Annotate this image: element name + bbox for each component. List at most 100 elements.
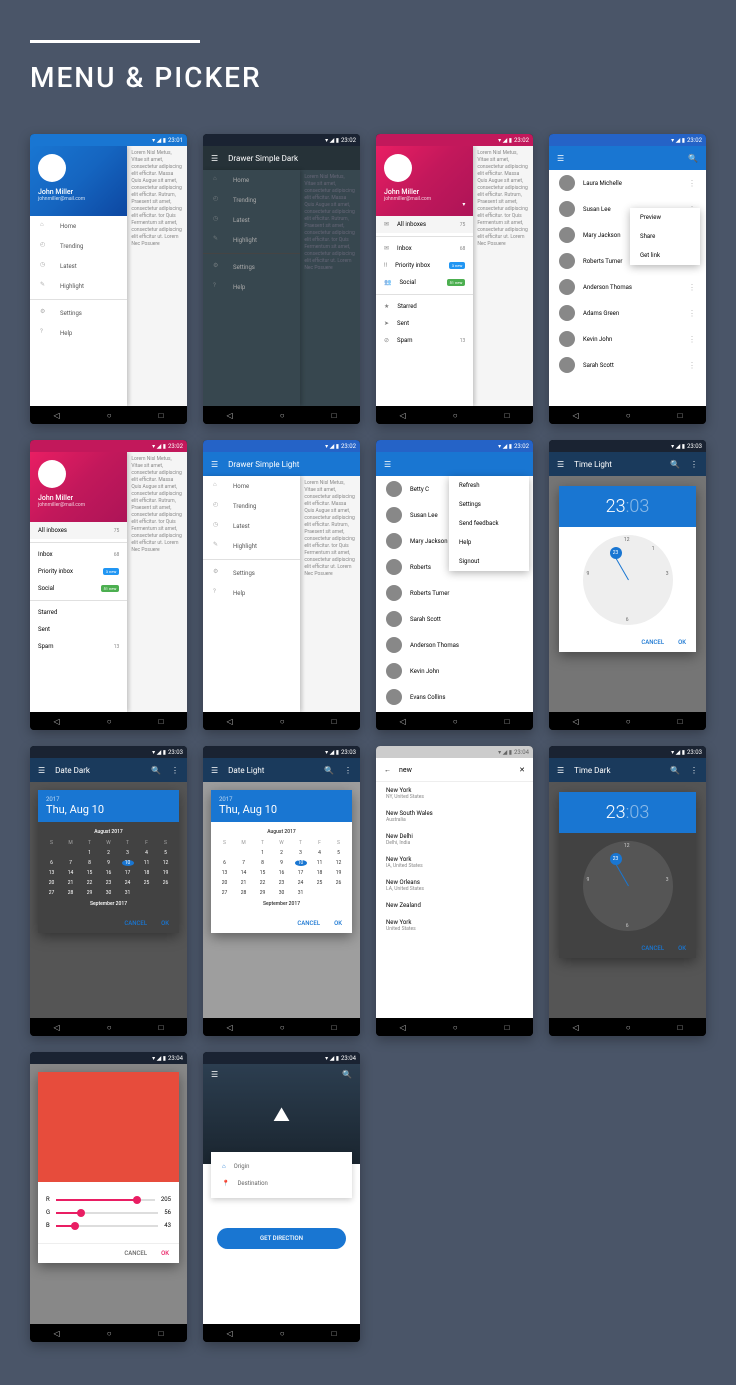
menu-item-preview[interactable]: Preview <box>630 208 700 227</box>
inbox-priority[interactable]: Priority inbox3 new <box>30 563 127 580</box>
inbox-all[interactable]: All inboxes75 <box>30 522 127 539</box>
search-icon[interactable]: 🔍 <box>688 154 698 163</box>
menu-icon[interactable]: ☰ <box>557 154 564 163</box>
contact-row[interactable]: Adams Green⋮ <box>549 300 706 326</box>
menu-icon[interactable]: ☰ <box>211 766 218 775</box>
selected-day[interactable]: 10 <box>122 860 134 866</box>
inbox-priority[interactable]: ‼Priority inbox3 new <box>376 257 473 274</box>
contact-row[interactable]: Kevin John⋮ <box>549 326 706 352</box>
clock-face[interactable]: 23 121 36 9 <box>583 535 673 625</box>
more-icon[interactable]: ⋮ <box>690 766 698 775</box>
inbox-all[interactable]: ✉All inboxes75 <box>376 216 473 233</box>
inbox-sent[interactable]: ➤Sent <box>376 315 473 332</box>
cancel-button[interactable]: CANCEL <box>124 920 147 927</box>
inbox-spam[interactable]: Spam13 <box>30 638 127 655</box>
avatar[interactable] <box>38 460 66 488</box>
selected-day[interactable]: 10 <box>295 860 307 866</box>
search-icon[interactable]: 🔍 <box>324 766 334 775</box>
menu-item-feedback[interactable]: Send feedback <box>449 514 529 533</box>
drawer-item-settings[interactable]: ⚙Settings <box>30 303 127 323</box>
contact-row[interactable]: Kevin John <box>376 658 533 684</box>
year[interactable]: 2017 <box>46 796 171 803</box>
drawer-item-help[interactable]: ?Help <box>30 323 127 343</box>
menu-item-share[interactable]: Share <box>630 227 700 246</box>
inbox-sent[interactable]: Sent <box>30 621 127 638</box>
drawer-item-latest[interactable]: ◷Latest <box>30 256 127 276</box>
drawer-item-trending[interactable]: ◴Trending <box>30 236 127 256</box>
more-icon[interactable]: ⋮ <box>171 766 179 775</box>
inbox-inbox[interactable]: ✉Inbox68 <box>376 240 473 257</box>
more-icon[interactable]: ⋮ <box>344 766 352 775</box>
drawer-item-trending[interactable]: ◴Trending <box>203 496 300 516</box>
menu-item-getlink[interactable]: Get link <box>630 246 700 265</box>
back-icon[interactable]: ← <box>384 766 391 774</box>
menu-icon[interactable]: ☰ <box>38 766 45 775</box>
drawer-item-highlight[interactable]: ✎Highlight <box>203 230 300 250</box>
drawer-item-help[interactable]: ?Help <box>203 277 300 297</box>
cancel-button[interactable]: CANCEL <box>297 920 320 927</box>
menu-icon[interactable]: ☰ <box>211 154 218 163</box>
menu-icon[interactable]: ☰ <box>557 460 564 469</box>
search-result[interactable]: New YorkIA, United States <box>376 851 533 874</box>
drawer-item-settings[interactable]: ⚙Settings <box>203 563 300 583</box>
menu-icon[interactable]: ☰ <box>211 460 218 469</box>
menu-item-signout[interactable]: Signout <box>449 552 529 571</box>
inbox-social[interactable]: 👥Social51 new <box>376 274 473 291</box>
more-icon[interactable]: ⋮ <box>688 179 696 188</box>
search-icon[interactable]: 🔍 <box>342 1070 352 1079</box>
contact-row[interactable]: Anderson Thomas⋮ <box>549 274 706 300</box>
inbox-starred[interactable]: Starred <box>30 604 127 621</box>
contact-row[interactable]: Sarah Scott⋮ <box>549 352 706 378</box>
minute[interactable]: 03 <box>629 802 649 823</box>
get-direction-button[interactable]: GET DIRECTION <box>217 1228 346 1249</box>
cancel-button[interactable]: CANCEL <box>124 1250 147 1257</box>
contact-row[interactable]: Anderson Thomas <box>376 632 533 658</box>
search-icon[interactable]: 🔍 <box>670 460 680 469</box>
search-input[interactable]: new <box>399 766 511 774</box>
close-icon[interactable]: ✕ <box>519 766 525 774</box>
menu-item-settings[interactable]: Settings <box>449 495 529 514</box>
chevron-down-icon[interactable]: ▾ <box>462 201 465 208</box>
inbox-social[interactable]: Social51 new <box>30 580 127 597</box>
drawer-item-help[interactable]: ?Help <box>203 583 300 603</box>
drawer-item-home[interactable]: ⌂Home <box>30 216 127 236</box>
drawer-item-trending[interactable]: ◴Trending <box>203 190 300 210</box>
red-slider[interactable] <box>56 1199 155 1201</box>
inbox-starred[interactable]: ★Starred <box>376 298 473 315</box>
drawer-item-highlight[interactable]: ✎Highlight <box>30 276 127 296</box>
drawer-item-home[interactable]: ⌂Home <box>203 170 300 190</box>
search-result[interactable]: New OrleansLA, United States <box>376 874 533 897</box>
contact-row[interactable]: Laura Michelle⋮ <box>549 170 706 196</box>
avatar[interactable] <box>384 154 412 182</box>
drawer-item-settings[interactable]: ⚙Settings <box>203 257 300 277</box>
ok-button[interactable]: OK <box>678 639 686 646</box>
avatar[interactable] <box>38 154 66 182</box>
hour[interactable]: 23 <box>606 496 626 517</box>
drawer-item-latest[interactable]: ◷Latest <box>203 516 300 536</box>
inbox-spam[interactable]: ⊘Spam13 <box>376 332 473 349</box>
drawer-item-home[interactable]: ⌂Home <box>203 476 300 496</box>
destination-input[interactable]: 📍Destination <box>217 1175 346 1192</box>
origin-input[interactable]: ⌂Origin <box>217 1158 346 1175</box>
menu-icon[interactable]: ☰ <box>211 1070 218 1079</box>
contact-row[interactable]: Sarah Scott <box>376 606 533 632</box>
drawer-item-highlight[interactable]: ✎Highlight <box>203 536 300 556</box>
search-icon[interactable]: 🔍 <box>670 766 680 775</box>
search-result[interactable]: New Zealand <box>376 897 533 914</box>
minute[interactable]: 03 <box>629 496 649 517</box>
search-icon[interactable]: 🔍 <box>151 766 161 775</box>
cancel-button[interactable]: CANCEL <box>641 945 664 952</box>
drawer-item-latest[interactable]: ◷Latest <box>203 210 300 230</box>
clock-face[interactable]: 23 123 69 <box>583 841 673 931</box>
menu-item-refresh[interactable]: Refresh <box>449 476 529 495</box>
ok-button[interactable]: OK <box>161 1250 169 1257</box>
green-slider[interactable] <box>56 1212 158 1214</box>
search-result[interactable]: New DelhiDelhi, India <box>376 828 533 851</box>
search-result[interactable]: New YorkNY, United States <box>376 782 533 805</box>
contact-row[interactable]: Roberts Turner <box>376 580 533 606</box>
ok-button[interactable]: OK <box>161 920 169 927</box>
search-result[interactable]: New YorkUnited States <box>376 914 533 937</box>
more-icon[interactable]: ⋮ <box>690 460 698 469</box>
blue-slider[interactable] <box>56 1225 159 1227</box>
menu-icon[interactable]: ☰ <box>384 460 391 469</box>
